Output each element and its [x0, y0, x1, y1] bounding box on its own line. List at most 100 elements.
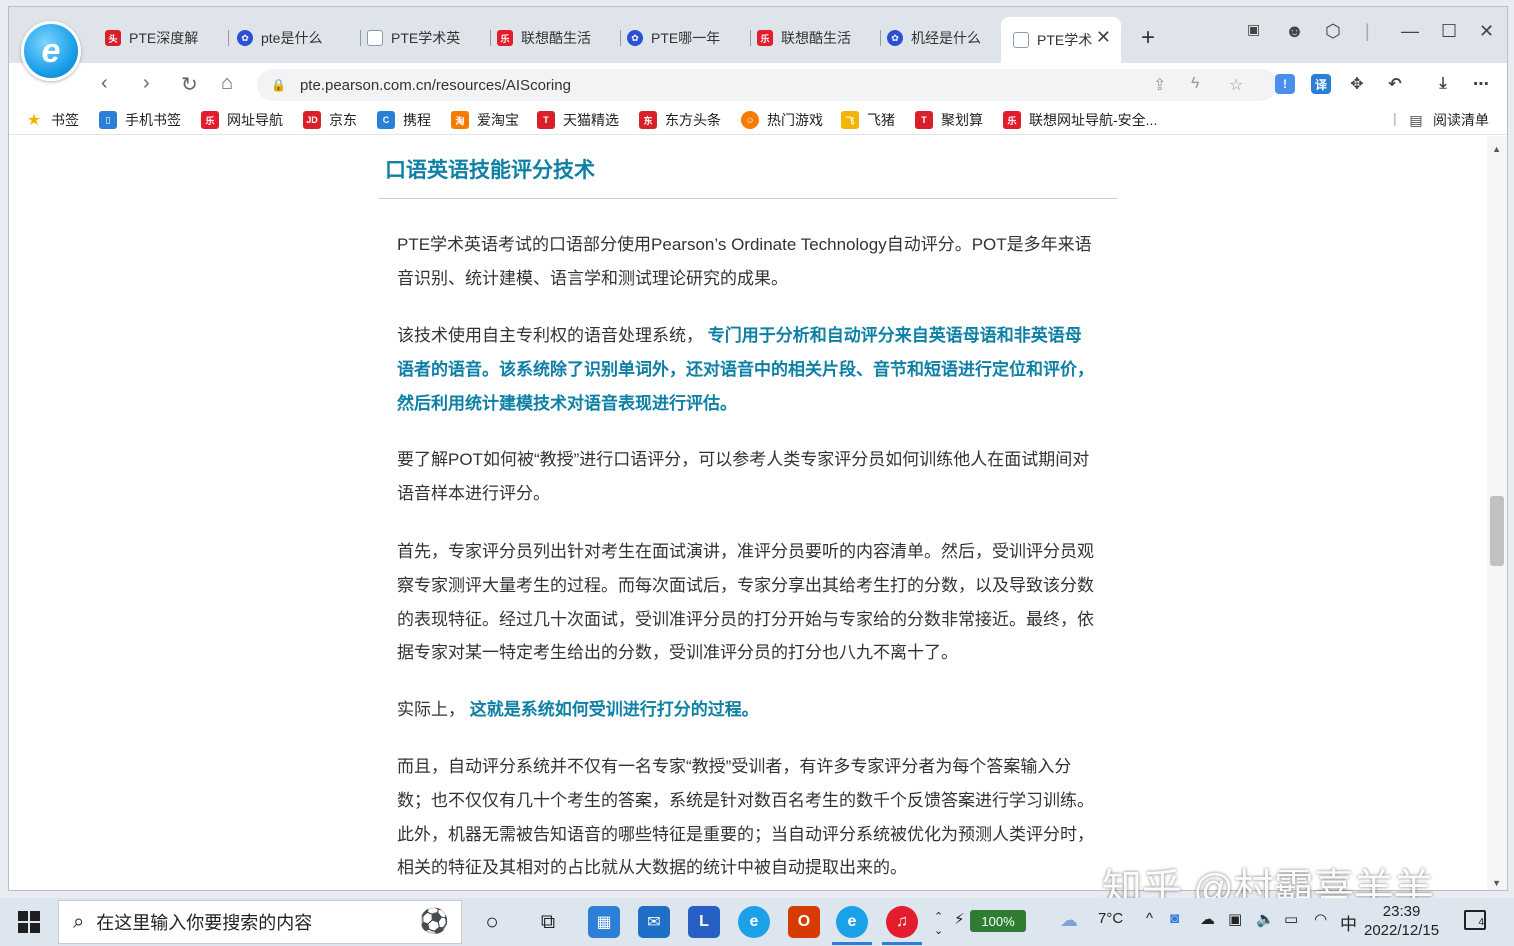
minimize-icon[interactable]: —: [1401, 21, 1419, 42]
bookmark-label: 东方头条: [665, 112, 721, 128]
netease-music-icon[interactable]: ♫: [886, 906, 918, 938]
show-hidden-icons[interactable]: ^: [1146, 910, 1153, 927]
close-window-icon[interactable]: ✕: [1479, 21, 1494, 42]
share-icon[interactable]: ⇪: [1153, 75, 1166, 95]
worldcup-icon: ⚽: [419, 908, 449, 935]
taskbar-search[interactable]: ⌕ 在这里输入你要搜索的内容 ⚽: [58, 900, 462, 944]
bookmark-item[interactable]: 淘 爱淘宝: [451, 110, 519, 130]
paragraph-2: 该技术使用自主专利权的语音处理系统， 专门用于分析和自动评分来自英语母语和非英语…: [397, 319, 1097, 420]
lenovo-icon: 乐: [497, 30, 513, 46]
paragraph-5-text: 实际上，: [397, 700, 470, 719]
browser-taskbar-icon[interactable]: e: [836, 906, 868, 938]
download-icon[interactable]: ⤓: [1433, 74, 1453, 94]
bookmark-label: 联想网址导航-安全...: [1029, 112, 1158, 128]
tab-label: PTE学术英: [391, 30, 461, 46]
wifi-icon[interactable]: ◠: [1314, 910, 1327, 928]
camera-icon[interactable]: ▣: [1228, 910, 1242, 928]
onedrive-icon[interactable]: ☁: [1200, 910, 1215, 928]
lenovo-vantage-icon[interactable]: L: [688, 906, 720, 938]
bookmark-item[interactable]: JD 京东: [303, 110, 357, 130]
more-icon[interactable]: ⋯: [1471, 74, 1491, 94]
bookmarks-bar: ★ 书签 ▯ 手机书签 乐 网址导航 JD 京东 C 携程 淘 爱淘宝 T 天猫…: [9, 105, 1507, 135]
bookmark-item[interactable]: ▯ 手机书签: [99, 110, 181, 130]
paragraph-5-highlight: 这就是系统如何受训进行打分的过程。: [469, 700, 759, 719]
bookmark-item[interactable]: T 聚划算: [915, 110, 983, 130]
paragraph-1: PTE学术英语考试的口语部分使用Pearson’s Ordinate Techn…: [397, 235, 1092, 288]
bookmark-item[interactable]: 乐 联想网址导航-安全...: [1003, 110, 1157, 130]
battery-icon[interactable]: ▭: [1284, 910, 1298, 928]
shirt-icon[interactable]: ⬡: [1325, 21, 1341, 42]
baidu-icon: ✿: [237, 30, 253, 46]
tab-sidebar-icon[interactable]: ▣: [1247, 21, 1260, 38]
tab-pte-what[interactable]: ✿ pte是什么: [237, 21, 361, 55]
volume-icon[interactable]: 🔈: [1256, 910, 1275, 928]
bookmark-item[interactable]: C 携程: [377, 110, 431, 130]
tab-lenovo-2[interactable]: 乐 联想酷生活: [757, 21, 881, 55]
page-content: 口语英语技能评分技术 PTE学术英语考试的口语部分使用Pearson’s Ord…: [9, 136, 1489, 890]
bookmark-item[interactable]: ☺ 热门游戏: [741, 110, 823, 130]
bookmark-item[interactable]: 乐 网址导航: [201, 110, 283, 130]
ctrip-icon: C: [377, 111, 395, 129]
cloud-weather-icon: ☁: [1060, 910, 1078, 930]
ime-indicator[interactable]: 中: [1340, 910, 1357, 935]
scroll-arrows-icon[interactable]: ⌃ ⌄: [934, 910, 943, 938]
extension-icon[interactable]: !: [1275, 74, 1295, 94]
browser-window: 头 PTE深度解 ✿ pte是什么 PTE学术英 乐 联想酷生活 ✿ PTE哪一…: [8, 6, 1508, 891]
lock-icon: 🔒: [271, 78, 286, 92]
mask-icon[interactable]: ☻: [1285, 21, 1304, 42]
scrollbar[interactable]: ▲ ▼: [1487, 136, 1507, 890]
tab-lenovo-1[interactable]: 乐 联想酷生活: [497, 21, 621, 55]
bookmark-item[interactable]: 飞 飞猪: [841, 110, 895, 130]
mail-icon[interactable]: ✉: [638, 906, 670, 938]
reading-list-button[interactable]: ▤ 阅读清单: [1407, 110, 1489, 130]
notification-center-icon[interactable]: 4: [1464, 910, 1486, 930]
maximize-icon[interactable]: ☐: [1441, 21, 1457, 42]
tab-bar: 头 PTE深度解 ✿ pte是什么 PTE学术英 乐 联想酷生活 ✿ PTE哪一…: [9, 7, 1507, 63]
divider: |: [1365, 21, 1370, 41]
scroll-thumb[interactable]: [1490, 496, 1504, 566]
cortana-icon[interactable]: ○: [476, 906, 508, 938]
edge-icon[interactable]: e: [738, 906, 770, 938]
doc-icon: [1013, 32, 1029, 48]
home-icon[interactable]: ⌂: [221, 72, 233, 95]
address-bar[interactable]: 🔒 pte.pearson.com.cn/resources/AIScoring…: [257, 69, 1277, 101]
baidu-icon: ✿: [627, 30, 643, 46]
plug-icon: ⚡: [954, 911, 965, 928]
forward-icon[interactable]: ›: [143, 72, 150, 95]
office-icon[interactable]: O: [788, 906, 820, 938]
scroll-up-icon[interactable]: ▲: [1492, 144, 1501, 154]
windows-start-icon[interactable]: [18, 911, 40, 933]
back-icon[interactable]: ‹: [101, 72, 108, 95]
close-tab-icon[interactable]: ✕: [1096, 27, 1111, 48]
tab-pte-year[interactable]: ✿ PTE哪一年: [627, 21, 751, 55]
bookmark-item[interactable]: T 天猫精选: [537, 110, 619, 130]
tab-pte-intro[interactable]: 头 PTE深度解: [105, 21, 229, 55]
battery-indicator[interactable]: 100%: [970, 910, 1026, 932]
bookmark-item[interactable]: ★ 书签: [25, 110, 79, 130]
undo-icon[interactable]: ↶: [1385, 74, 1405, 94]
bookmark-label: 网址导航: [227, 112, 283, 128]
tab-pte-academic[interactable]: PTE学术英: [367, 21, 491, 55]
star-icon[interactable]: ☆: [1229, 75, 1243, 95]
tab-pte-active[interactable]: PTE学术 ✕: [1001, 17, 1121, 63]
store-icon[interactable]: ▦: [588, 906, 620, 938]
lightning-icon[interactable]: ϟ: [1191, 75, 1199, 93]
url-text: pte.pearson.com.cn/resources/AIScoring: [299, 76, 571, 94]
temperature[interactable]: 7°C: [1098, 910, 1123, 927]
refresh-icon[interactable]: ↻: [181, 72, 198, 97]
clock-time: 23:39: [1382, 903, 1421, 920]
puzzle-icon[interactable]: ✥: [1347, 74, 1367, 94]
scroll-down-icon[interactable]: ▼: [1492, 878, 1501, 888]
system-clock[interactable]: 23:39 2022/12/15: [1364, 902, 1439, 940]
tab-jijing[interactable]: ✿ 机经是什么: [887, 21, 1001, 55]
translate-icon[interactable]: 译: [1311, 74, 1331, 94]
tab-label: PTE学术: [1037, 32, 1093, 48]
new-tab-button[interactable]: +: [1141, 24, 1155, 52]
heading-divider: [378, 198, 1118, 199]
bookmark-item[interactable]: 东 东方头条: [639, 110, 721, 130]
search-placeholder: 在这里输入你要搜索的内容: [96, 913, 313, 933]
tab-label: 联想酷生活: [781, 30, 851, 46]
task-view-icon[interactable]: ⧉: [532, 906, 564, 938]
tray-app-icon[interactable]: ◙: [1170, 910, 1179, 927]
phone-icon: ▯: [99, 111, 117, 129]
